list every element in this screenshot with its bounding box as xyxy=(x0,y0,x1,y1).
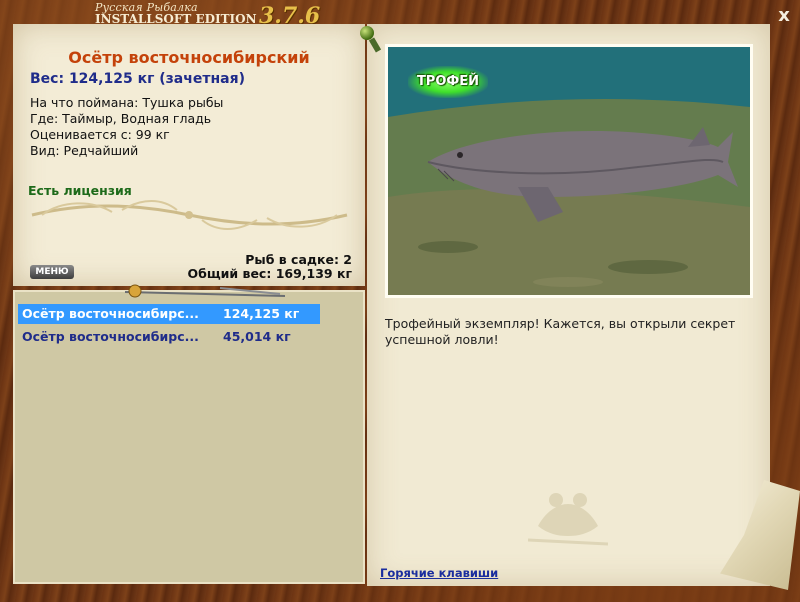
close-button[interactable]: x xyxy=(774,6,794,26)
location: Где: Таймыр, Водная гладь xyxy=(30,111,212,126)
keepnet-total-weight: Общий вес: 169,139 кг xyxy=(187,266,353,281)
license-status: Есть лицензия xyxy=(28,183,132,198)
catch-description: Трофейный экземпляр! Кажется, вы открыли… xyxy=(385,316,736,347)
caught-with: На что поймана: Тушка рыбы xyxy=(30,95,224,110)
list-item[interactable]: Осётр восточносибирс... 45,014 кг xyxy=(18,327,320,347)
pin-head-icon xyxy=(360,26,374,40)
ornament-divider xyxy=(31,200,348,230)
fishing-rod-icon xyxy=(125,284,285,298)
hotkeys-link[interactable]: Горячие клавиши xyxy=(380,566,498,580)
keepnet-count: Рыб в садке: 2 xyxy=(245,252,352,267)
list-item-weight: 45,014 кг xyxy=(223,329,291,344)
list-item[interactable]: Осётр восточносибирс... 124,125 кг xyxy=(18,304,320,324)
fish-name: Осётр восточносибирский xyxy=(68,48,310,67)
fish-mascot-icon xyxy=(528,493,608,546)
list-item-weight: 124,125 кг xyxy=(223,306,300,321)
trophy-badge: ТРОФЕЙ xyxy=(408,66,488,98)
valued: Оценивается с: 99 кг xyxy=(30,127,170,142)
menu-button[interactable]: МЕНЮ xyxy=(30,265,74,279)
list-item-name: Осётр восточносибирс... xyxy=(22,306,199,321)
list-item-name: Осётр восточносибирс... xyxy=(22,329,199,344)
rarity: Вид: Редчайший xyxy=(30,143,139,158)
fish-weight: Вес: 124,125 кг (зачетная) xyxy=(30,71,245,87)
